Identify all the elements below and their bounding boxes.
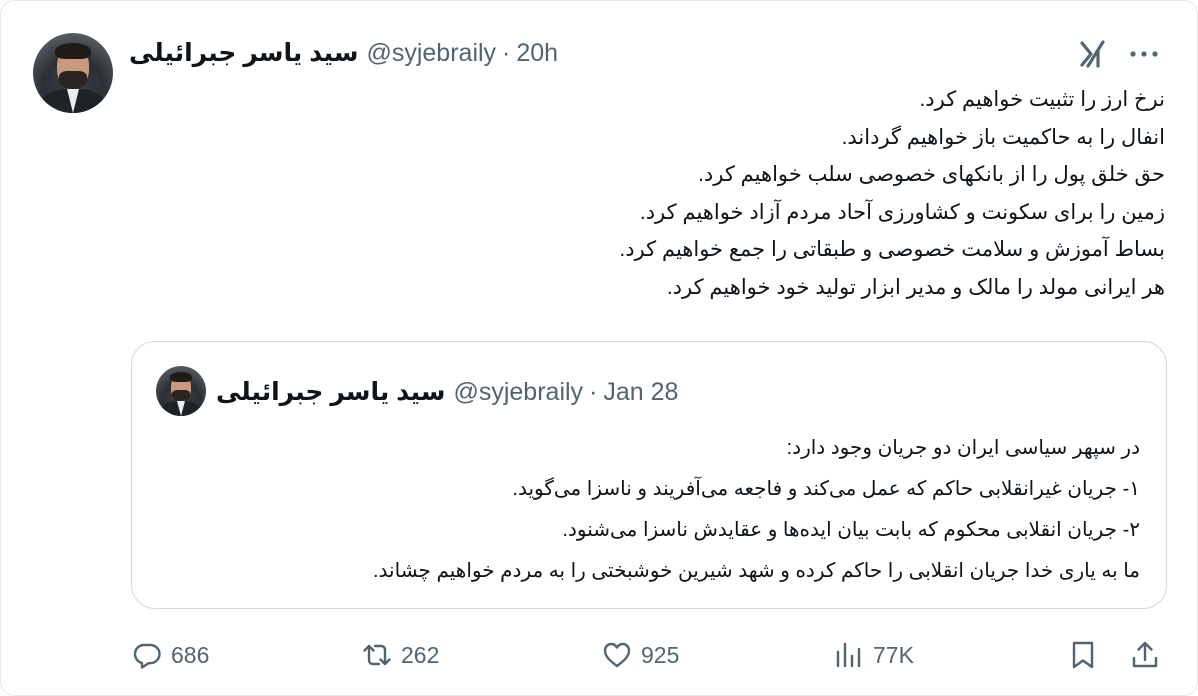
like-count: 925 xyxy=(641,641,680,668)
quoted-line: ۱- جریان غیرانقلابی حاکم که عمل می‌کند و… xyxy=(512,478,1140,500)
tweet-line: زمین را برای سکونت و کشاورزی آحاد مردم آ… xyxy=(639,200,1165,224)
reply-count: 686 xyxy=(171,641,210,668)
quoted-line: ما به یاری خدا جریان انقلابی را حاکم کرد… xyxy=(372,560,1140,582)
separator-dot: · xyxy=(589,377,598,406)
quoted-tweet[interactable]: سید یاسر جبرائیلی @syjebraily · Jan 28 د… xyxy=(131,341,1167,609)
views-button[interactable]: 77K xyxy=(833,635,914,675)
more-icon[interactable] xyxy=(1127,45,1161,63)
tweet-line: بساط آموزش و سلامت خصوصی و طبقاتی را جمع… xyxy=(619,238,1165,261)
retweet-button[interactable]: 262 xyxy=(361,635,439,675)
quoted-text: در سپهر سیاسی ایران دو جریان وجود دارد: … xyxy=(160,428,1140,592)
views-count: 77K xyxy=(873,641,914,668)
retweet-count: 262 xyxy=(401,641,440,668)
tweet-text: نرخ ارز را تثبیت خواهیم کرد. انفال را به… xyxy=(145,81,1165,306)
heart-icon xyxy=(603,642,631,668)
tweet-header: سید یاسر جبرائیلی @syjebraily · 20h xyxy=(129,35,558,71)
quoted-avatar[interactable] xyxy=(156,366,206,416)
tweet-timestamp[interactable]: 20h xyxy=(516,39,558,68)
bookmark-button[interactable] xyxy=(1067,635,1099,675)
author-display-name[interactable]: سید یاسر جبرائیلی xyxy=(129,38,358,68)
tweet-card[interactable]: سید یاسر جبرائیلی @syjebraily · 20h نرخ … xyxy=(0,0,1198,696)
reply-button[interactable]: 686 xyxy=(131,635,209,675)
separator-dot: · xyxy=(502,38,511,67)
reply-icon xyxy=(133,643,161,669)
quoted-line: ۲- جریان انقلابی محکوم که بابت بیان ایده… xyxy=(562,519,1140,541)
author-handle[interactable]: @syjebraily xyxy=(366,39,496,68)
quoted-header: سید یاسر جبرائیلی @syjebraily · Jan 28 xyxy=(216,374,678,410)
quoted-author-handle[interactable]: @syjebraily xyxy=(453,378,583,407)
quoted-timestamp[interactable]: Jan 28 xyxy=(603,378,678,407)
tweet-line: نرخ ارز را تثبیت خواهیم کرد. xyxy=(919,88,1165,111)
tweet-line: انفال را به حاکمیت باز خواهیم گرداند. xyxy=(841,125,1165,149)
share-icon xyxy=(1132,641,1158,668)
quoted-line: در سپهر سیاسی ایران دو جریان وجود دارد: xyxy=(786,437,1140,459)
avatar[interactable] xyxy=(33,33,113,113)
views-icon xyxy=(836,642,861,668)
bookmark-icon xyxy=(1072,641,1094,669)
grok-icon[interactable] xyxy=(1076,37,1110,71)
retweet-icon xyxy=(363,644,391,666)
quoted-author-display-name[interactable]: سید یاسر جبرائیلی xyxy=(216,377,445,407)
like-button[interactable]: 925 xyxy=(601,635,679,675)
tweet-line: حق خلق پول را از بانکهای خصوصی سلب خواهی… xyxy=(698,163,1165,186)
action-bar: 686 262 925 77K xyxy=(1,627,1198,683)
share-button[interactable] xyxy=(1129,635,1161,675)
tweet-line: هر ایرانی مولد را مالک و مدیر ابزار تولی… xyxy=(666,275,1165,299)
